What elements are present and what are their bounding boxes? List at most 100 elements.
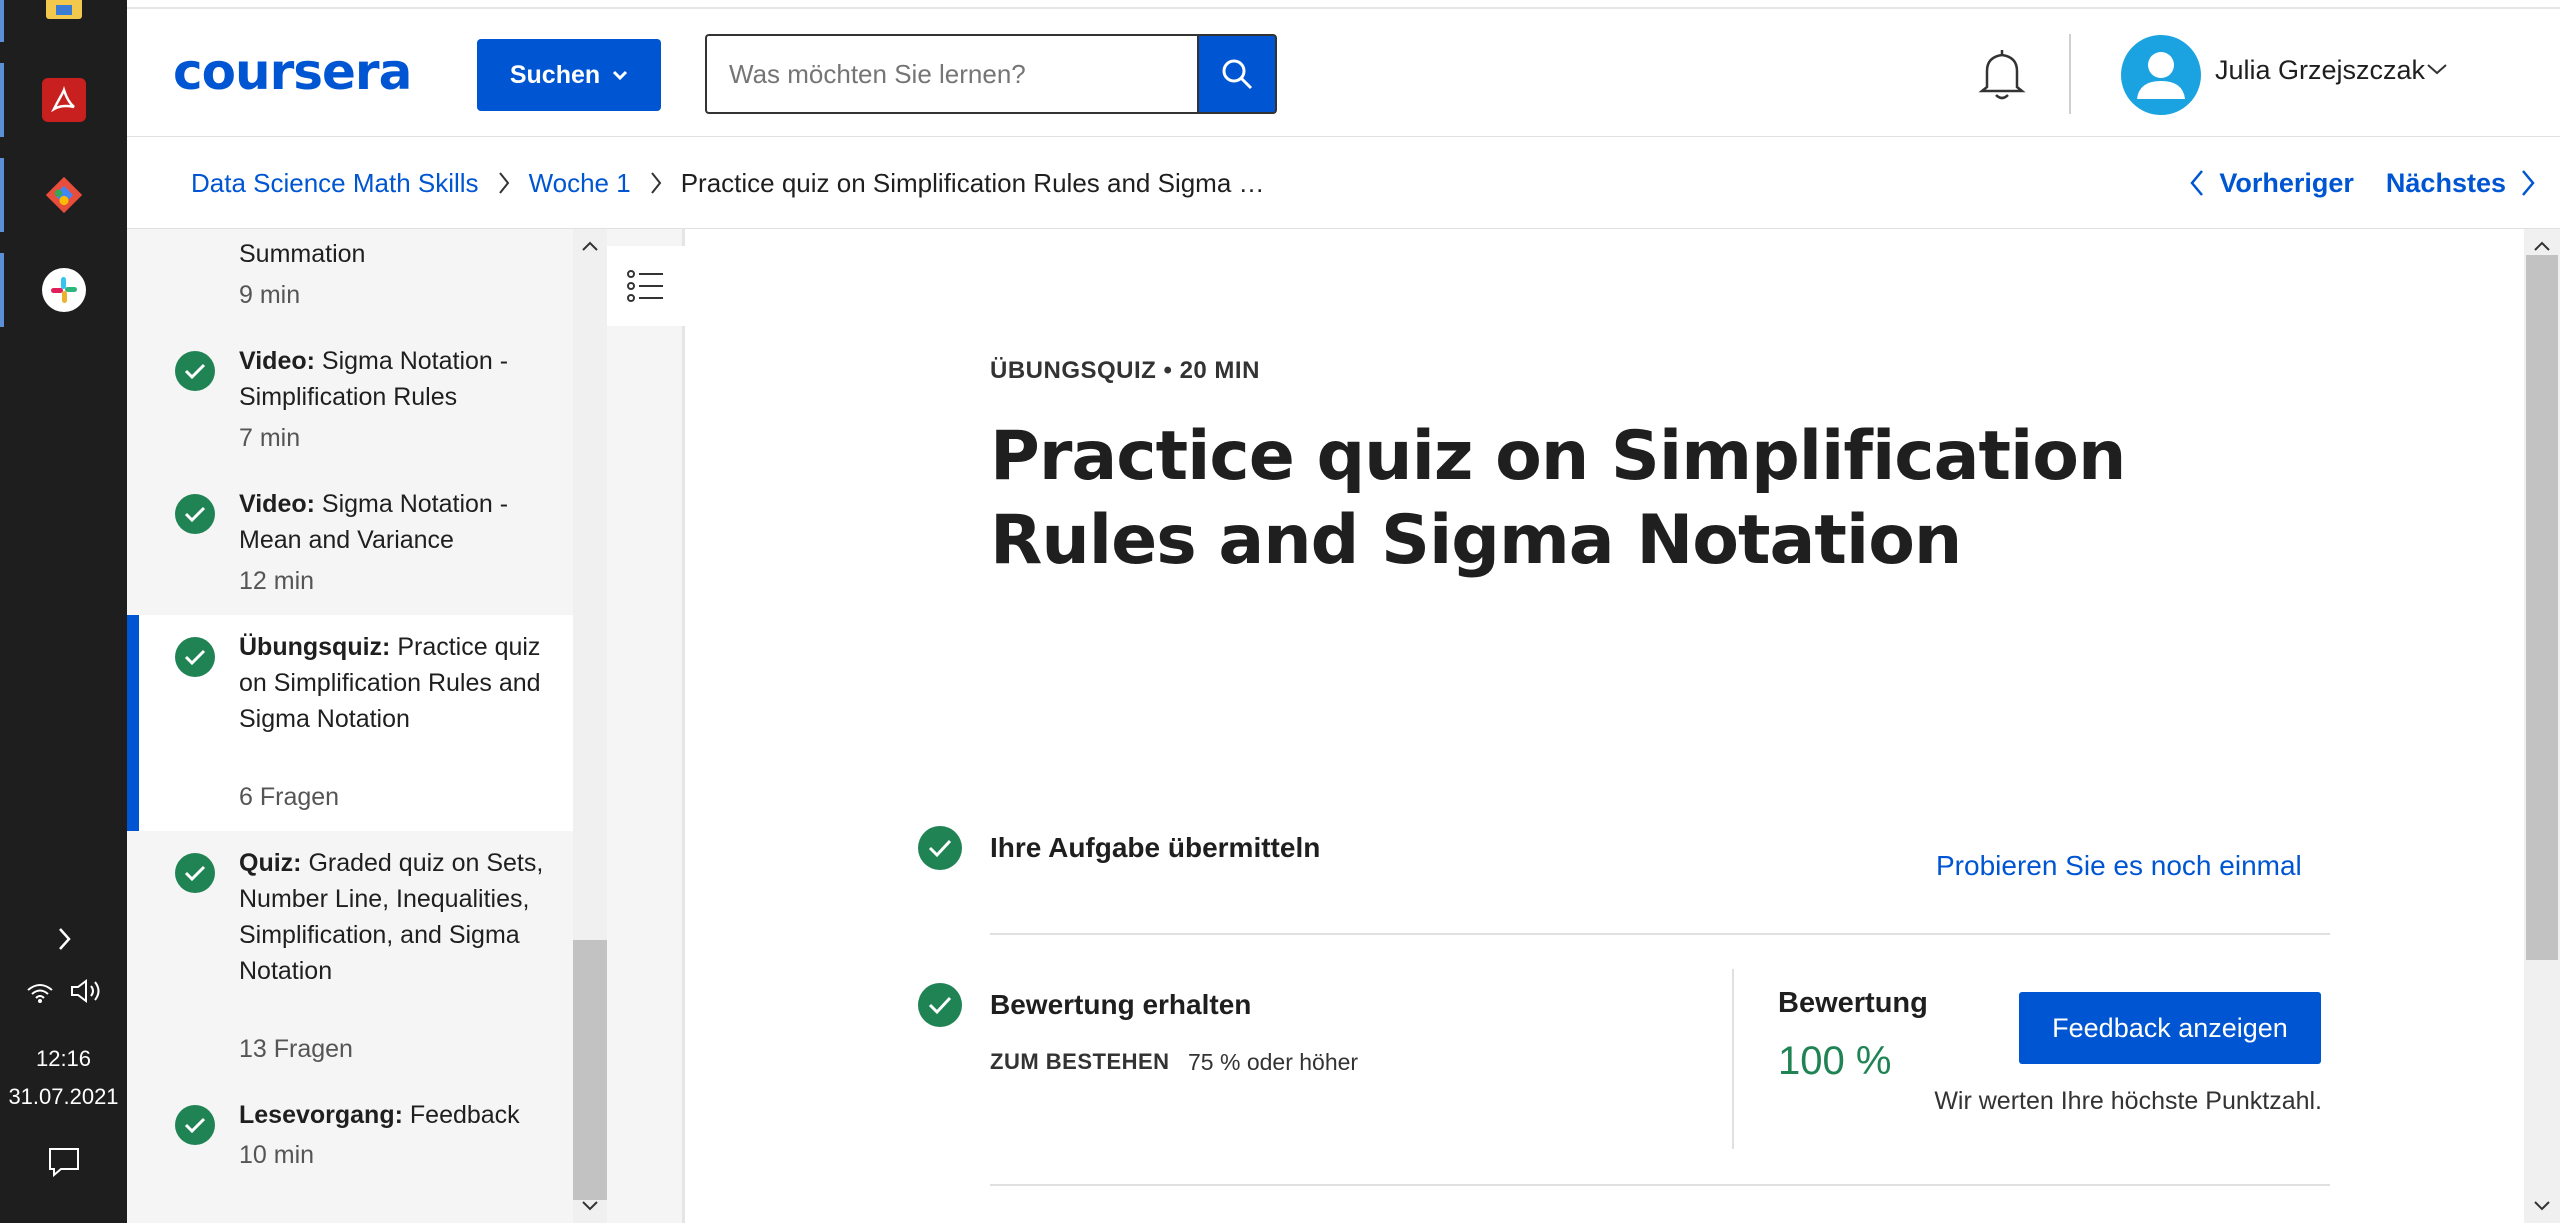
taskbar-active-marker [0, 253, 4, 327]
coursera-logo[interactable]: coursera [173, 43, 412, 101]
taskbar-clock[interactable]: 12:16 31.07.2021 [0, 1040, 127, 1116]
taskbar-slack[interactable] [0, 245, 127, 335]
active-indicator [127, 615, 139, 831]
scroll-up-arrow-icon[interactable] [573, 231, 607, 261]
suchen-label: Suchen [509, 60, 601, 89]
notification-center-icon[interactable] [0, 1146, 127, 1178]
checkmark-icon [918, 983, 962, 1027]
sidebar-item-meta: 7 min [239, 424, 301, 452]
app-diamond-icon [42, 173, 86, 217]
sidebar-item-meta: 13 Fragen [239, 1035, 353, 1063]
submit-assignment-title: Ihre Aufgabe übermitteln [990, 832, 1321, 863]
clock-date: 31.07.2021 [8, 1084, 119, 1109]
site-header: coursera Suchen Julia Grzejszczak [127, 9, 2560, 137]
item-navigation: Vorheriger Nächstes [2189, 137, 2536, 229]
checkmark-icon [175, 494, 215, 534]
taskbar-file-explorer[interactable] [0, 0, 127, 50]
sidebar-item-meta: 10 min [239, 1141, 315, 1169]
list-item[interactable]: Quiz: Graded quiz on Sets, Number Line, … [127, 831, 573, 1083]
item-type-duration: ÜBUNGSQUIZ • 20 MIN [990, 357, 1260, 384]
user-silhouette-icon [2137, 52, 2185, 99]
list-item[interactable]: Video: Sigma Notation - Simplification R… [127, 329, 573, 472]
suchen-dropdown-button[interactable]: Suchen [477, 39, 661, 111]
toggle-outline-button[interactable] [607, 246, 685, 326]
sidebar-item-type: Lesevorgang: [239, 1101, 403, 1129]
checkmark-icon [175, 1105, 215, 1145]
taskbar-acrobat[interactable] [0, 55, 127, 145]
checkmark-icon [175, 637, 215, 677]
sidebar-item-title: Summation [239, 240, 366, 268]
search-button[interactable] [1197, 34, 1277, 114]
scroll-up-arrow-icon[interactable] [2524, 231, 2560, 261]
grade-received-title: Bewertung erhalten [990, 989, 1252, 1020]
taskbar-active-marker [0, 0, 4, 42]
acrobat-icon [41, 78, 86, 122]
list-item[interactable]: Video: Sigma Notation - Mean and Varianc… [127, 472, 573, 615]
grade-value: 100 % [1778, 1039, 1892, 1083]
breadcrumb-bar: Data Science Math Skills Woche 1 Practic… [127, 137, 2560, 229]
divider [990, 933, 2330, 935]
taskbar-active-marker [0, 158, 4, 232]
chevron-left-icon [2190, 170, 2204, 196]
sidebar-item-meta: 6 Fragen [239, 783, 340, 811]
sidebar-item-meta: 12 min [239, 567, 315, 595]
sidebar-item-type: Video: [239, 347, 315, 375]
grade-label: Bewertung [1778, 987, 1928, 1019]
vertical-divider [1732, 969, 1734, 1149]
next-item-link[interactable]: Nächstes [2386, 168, 2536, 199]
search-icon [1222, 59, 1253, 90]
divider [990, 1184, 2330, 1186]
main-content: ÜBUNGSQUIZ • 20 MIN Practice quiz on Sim… [688, 229, 2524, 1223]
checkmark-icon [175, 351, 215, 391]
avatar[interactable] [2121, 35, 2201, 115]
passing-value: 75 % oder höher [1188, 1049, 1359, 1075]
show-hidden-icons-chevron-icon[interactable] [0, 925, 127, 953]
breadcrumb: Data Science Math Skills Woche 1 Practic… [191, 137, 1265, 229]
breadcrumb-course-link[interactable]: Data Science Math Skills [191, 168, 479, 199]
course-outline-sidebar: Summation 9 min Video: Sigma Notation - … [127, 229, 573, 1223]
sidebar-item-meta: 9 min [239, 281, 301, 309]
header-divider [2069, 34, 2071, 114]
search-field[interactable] [705, 34, 1205, 114]
scroll-down-arrow-icon[interactable] [573, 1191, 607, 1221]
next-label: Nächstes [2385, 167, 2506, 198]
list-item[interactable]: Lesevorgang: Feedback 10 min [127, 1083, 573, 1193]
search-input[interactable] [727, 57, 1185, 91]
sidebar-item-title: Feedback [409, 1101, 520, 1129]
list-item-active[interactable]: Übungsquiz: Practice quiz on Simplificat… [127, 615, 573, 831]
chevron-right-icon [649, 170, 663, 196]
outline-toggle-column [607, 229, 685, 1223]
chevron-down-icon [613, 70, 628, 81]
sidebar-item-type: Übungsquiz: [239, 633, 391, 661]
chevron-right-icon [2522, 170, 2535, 196]
previous-label: Vorheriger [2219, 167, 2354, 198]
browser-top-edge [127, 0, 2560, 9]
view-feedback-button[interactable]: Feedback anzeigen [2019, 992, 2321, 1064]
sidebar-item-type: Quiz: [239, 849, 302, 877]
checkmark-icon [175, 853, 215, 893]
retry-link[interactable]: Probieren Sie es noch einmal [1936, 850, 2302, 882]
user-name[interactable]: Julia Grzejszczak [2215, 55, 2425, 86]
chevron-right-icon [497, 170, 511, 196]
scroll-down-arrow-icon[interactable] [2524, 1191, 2560, 1221]
previous-item-link[interactable]: Vorheriger [2189, 168, 2354, 199]
network-icon[interactable] [25, 978, 55, 1009]
windows-taskbar: 12:16 31.07.2021 [0, 0, 127, 1223]
taskbar-active-marker [0, 63, 4, 137]
chevron-down-icon[interactable] [2425, 61, 2449, 82]
slack-icon [41, 268, 86, 312]
clock-time: 12:16 [35, 1046, 92, 1071]
page-scrollbar-thumb[interactable] [2526, 255, 2558, 960]
list-item[interactable]: Summation 9 min [127, 229, 573, 329]
volume-icon[interactable] [69, 978, 103, 1009]
breadcrumb-week-link[interactable]: Woche 1 [529, 168, 631, 199]
taskbar-app-three[interactable] [0, 150, 127, 240]
folder-icon [42, 0, 86, 27]
breadcrumb-current: Practice quiz on Simplification Rules an… [680, 167, 1265, 198]
sidebar-scrollbar-thumb[interactable] [573, 940, 607, 1200]
notifications-bell-icon[interactable] [1977, 47, 2027, 108]
list-icon [627, 270, 663, 302]
checkmark-icon [918, 826, 962, 870]
page-title: Practice quiz on Simplification Rules an… [990, 417, 2126, 580]
highest-score-note: Wir werten Ihre höchste Punktzahl. [1934, 1087, 2322, 1115]
